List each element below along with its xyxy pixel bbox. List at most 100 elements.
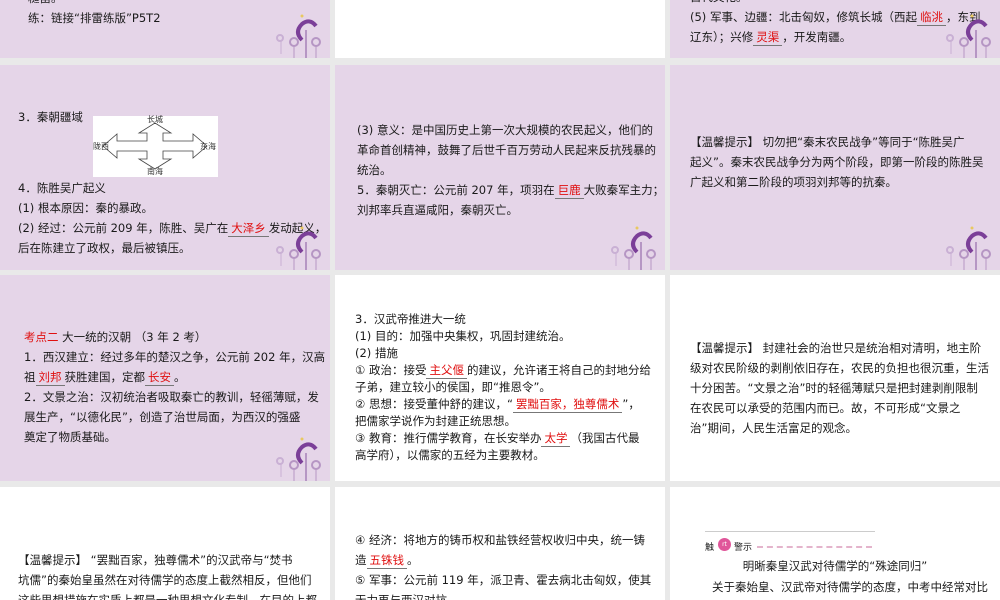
text-line: 级对农民阶级的剥削依旧存在，农民的负担也很沉重，生活 xyxy=(690,358,989,378)
answer-blank: 长安 xyxy=(145,370,174,386)
text-segment: ① 政治：接受 xyxy=(355,363,427,377)
text-line: 治”期间，人民生活富足的观念。 xyxy=(690,418,989,438)
qin-territory-diagram: 长城 陇西 东海 南海 xyxy=(93,115,218,177)
flower-decoration-icon xyxy=(946,14,991,58)
slide-text: ④ 经济：将地方的铸币权和盐铁经营权收归中央，统一铸造五铢钱。 ⑤ 军事：公元前 … xyxy=(355,530,651,600)
text-line: ③ 教育：推行儒学教育，在长安举办 太学 （我国古代最 xyxy=(355,430,651,447)
text-segment: (2) 经过：公元前 209 年，陈胜、吴广在 xyxy=(18,221,229,235)
text-segment: 【温馨提示】 切勿把“秦末农民战争”等同于“陈胜吴广 xyxy=(690,135,965,149)
dashed-divider xyxy=(757,546,872,548)
answer-blank: 罢黜百家，独尊儒术 xyxy=(512,397,623,413)
text-segment: 展生产，“以德化民”，创造了治世局面，为西汉的强盛 xyxy=(24,410,301,424)
text-line: 5．秦朝灭亡：公元前 207 年，项羽在 巨鹿 大败秦军主力； xyxy=(357,180,664,200)
text-line: ⑤ 军事：公元前 119 年，派卫青、霍去病北击匈奴，使其 xyxy=(355,570,651,590)
text-segment: 这些思想措施在实质上都是一种思想文化专制，在目的上都 xyxy=(18,593,317,600)
warning-header: 触 rt 警示 xyxy=(705,531,875,554)
text-line: 4．陈胜吴广起义 xyxy=(18,178,326,198)
text-line: 3．秦朝疆域 xyxy=(18,107,83,127)
text-segment: 大一统的汉朝 （3 年 2 考） xyxy=(58,330,207,344)
answer-blank: 巨鹿 xyxy=(554,183,584,199)
text-line: 革命首创精神，鼓舞了后世千百万劳动人民起来反抗残暴的 xyxy=(357,140,664,160)
slide-r1c2 xyxy=(335,0,665,58)
warning-title: 明晰秦皇汉武对待儒学的“殊途同归” xyxy=(742,559,928,573)
text-line: 在农民可以承受的范围内而已。故，不可形成“文景之 xyxy=(690,398,989,418)
text-segment: 十分困苦。“文景之治”时的轻徭薄赋只是把封建剥削限制 xyxy=(690,381,978,395)
text-segment: 。 xyxy=(174,370,186,384)
text-line: 起义”。秦末农民战争分为两个阶段，即第一阶段的陈胜吴 xyxy=(690,152,983,172)
text-line: ② 思想：接受董仲舒的建议，“ 罢黜百家，独尊儒术”， xyxy=(355,396,651,413)
map-label-south: 南海 xyxy=(147,167,163,176)
text-line: 古代文化。 xyxy=(690,0,980,7)
text-line: (2) 措施 xyxy=(355,345,651,362)
text-segment: 高学府），以儒家的五经为主要教材。 xyxy=(355,448,545,462)
slide-r1c1: 糙笛。练：链接“排雷练版”P5T2 xyxy=(0,0,330,58)
answer-blank: 大泽乡 xyxy=(228,221,269,237)
flower-decoration-icon xyxy=(276,226,321,270)
text-segment: 辽东）；兴修 xyxy=(690,30,754,44)
text-segment: 无力再与西汉对抗。 xyxy=(355,593,459,600)
text-segment: 大败秦军主力； xyxy=(583,183,665,197)
slide-r3c2: 3．汉武帝推进大一统 (1) 目的：加强中央集权，巩固封建统治。 (2) 措施 ① 政… xyxy=(335,275,665,481)
warning-header-right: 警示 xyxy=(734,543,753,553)
text-line: 把儒家学说作为封建正统思想。 xyxy=(355,413,651,430)
text-segment: 治”期间，人民生活富足的观念。 xyxy=(690,421,857,435)
slide-r3c3: 【温馨提示】 封建社会的治世只是统治相对清明，地主阶 级对农民阶级的剥削依旧存在，… xyxy=(670,275,1000,481)
text-segment: (1) 目的：加强中央集权，巩固封建统治。 xyxy=(355,329,571,343)
text-line: (5) 军事、边疆：北击匈奴，修筑长城（西起 临洮 ，东到 xyxy=(690,7,980,27)
text-segment: 1．西汉建立：经过多年的楚汉之争，公元前 202 年，汉高 xyxy=(24,350,326,364)
section-label: 考点二 xyxy=(24,330,59,344)
text-segment: 4．陈胜吴广起义 xyxy=(18,181,106,195)
text-segment: 糙笛。 xyxy=(28,0,63,5)
text-segment: ”， xyxy=(622,397,640,411)
slide-r4c3: 触 rt 警示 明晰秦皇汉武对待儒学的“殊途同归” 关于秦始皇、汉武帝对待儒学的… xyxy=(670,487,1000,600)
slide-text: 糙笛。练：链接“排雷练版”P5T2 xyxy=(28,0,161,28)
flower-decoration-icon xyxy=(276,437,321,481)
text-line: 展生产，“以德化民”，创造了治世局面，为西汉的强盛 xyxy=(24,407,325,427)
text-segment: 革命首创精神，鼓舞了后世千百万劳动人民起来反抗残暴的 xyxy=(357,143,656,157)
text-line: 无力再与西汉对抗。 xyxy=(355,590,651,600)
slide-r2c1: 3．秦朝疆域 长城 陇西 东海 南海 4．陈胜吴广起义 (1) 根本原因：秦的暴政… xyxy=(0,65,330,270)
text-segment: 2．文景之治：汉初统治者吸取秦亡的教训，轻徭薄赋，发 xyxy=(24,390,319,404)
slide-r4c2: ④ 经济：将地方的铸币权和盐铁经营权收归中央，统一铸造五铢钱。 ⑤ 军事：公元前 … xyxy=(335,487,665,600)
text-segment: 古代文化。 xyxy=(690,0,748,4)
text-line: ① 政治：接受 主父偃 的建议，允许诸王将自己的封地分给 xyxy=(355,362,651,379)
slide-text: 【温馨提示】 切勿把“秦末农民战争”等同于“陈胜吴广起义”。秦末农民战争分为两个… xyxy=(690,132,983,192)
text-line: 十分困苦。“文景之治”时的轻徭薄赋只是把封建剥削限制 xyxy=(690,378,989,398)
text-line: (3) 意义：是中国历史上第一次大规模的农民起义，他们的 xyxy=(357,120,664,140)
text-segment: 获胜建国，定都 xyxy=(64,370,146,384)
answer-blank: 灵渠 xyxy=(753,30,783,46)
flower-decoration-icon xyxy=(611,226,656,270)
text-line: 这些思想措施在实质上都是一种思想文化专制，在目的上都 xyxy=(18,590,317,600)
slide-text: 【温馨提示】 “罢黜百家，独尊儒术”的汉武帝与“焚书 坑儒”的秦始皇虽然在对待儒学… xyxy=(18,550,317,600)
slide-text: 【温馨提示】 封建社会的治世只是统治相对清明，地主阶 级对农民阶级的剥削依旧存在，… xyxy=(690,338,989,438)
text-line: 统治。 xyxy=(357,160,664,180)
text-segment: (2) 措施 xyxy=(355,346,398,360)
text-segment: 【温馨提示】 “罢黜百家，独尊儒术”的汉武帝与“焚书 xyxy=(18,553,293,567)
text-line: 【温馨提示】 “罢黜百家，独尊儒术”的汉武帝与“焚书 xyxy=(18,550,317,570)
text-line: (1) 目的：加强中央集权，巩固封建统治。 xyxy=(355,328,651,345)
text-segment: 起义”。秦末农民战争分为两个阶段，即第一阶段的陈胜吴 xyxy=(690,155,984,169)
text-line: 糙笛。 xyxy=(28,0,161,8)
map-label-west: 陇西 xyxy=(93,142,109,151)
answer-blank: 刘邦 xyxy=(35,370,65,386)
flower-decoration-icon xyxy=(276,14,321,58)
text-line: (1) 根本原因：秦的暴政。 xyxy=(18,198,326,218)
text-segment: 刘邦率兵直逼咸阳，秦朝灭亡。 xyxy=(357,203,518,217)
text-line: 1．西汉建立：经过多年的楚汉之争，公元前 202 年，汉高 xyxy=(24,347,325,367)
text-line: 高学府），以儒家的五经为主要教材。 xyxy=(355,447,651,464)
text-segment: 造 xyxy=(355,553,367,567)
answer-blank: 太学 xyxy=(541,431,571,447)
text-segment: 关于秦始皇、汉武帝对待儒学的态度，中考中经常对比 xyxy=(712,580,988,594)
slide-text: 关于秦始皇、汉武帝对待儒学的态度，中考中经常对比 xyxy=(712,577,988,597)
slide-r3c1: 考点二 大一统的汉朝 （3 年 2 考） 1．西汉建立：经过多年的楚汉之争，公元前… xyxy=(0,275,330,481)
text-segment: 3．秦朝疆域 xyxy=(18,110,83,124)
text-segment: (1) 根本原因：秦的暴政。 xyxy=(18,201,153,215)
slide-text: 古代文化。 (5) 军事、边疆：北击匈奴，修筑长城（西起临洮，东到辽东）；兴修灵渠… xyxy=(690,0,980,47)
text-segment: 广起义和第二阶段的项羽刘邦等的抗秦。 xyxy=(690,175,897,189)
text-line: 【温馨提示】 切勿把“秦末农民战争”等同于“陈胜吴广 xyxy=(690,132,983,152)
text-line: 造五铢钱。 xyxy=(355,550,651,570)
text-segment: ④ 经济：将地方的铸币权和盐铁经营权收归中央，统一铸 xyxy=(355,533,645,547)
answer-blank: 五铢钱 xyxy=(366,553,407,569)
slide-r2c2: (3) 意义：是中国历史上第一次大规模的农民起义，他们的革命首创精神，鼓舞了后世… xyxy=(335,65,665,270)
text-segment: 子弟，建立较小的侯国，即“推恩令”。 xyxy=(355,380,551,394)
